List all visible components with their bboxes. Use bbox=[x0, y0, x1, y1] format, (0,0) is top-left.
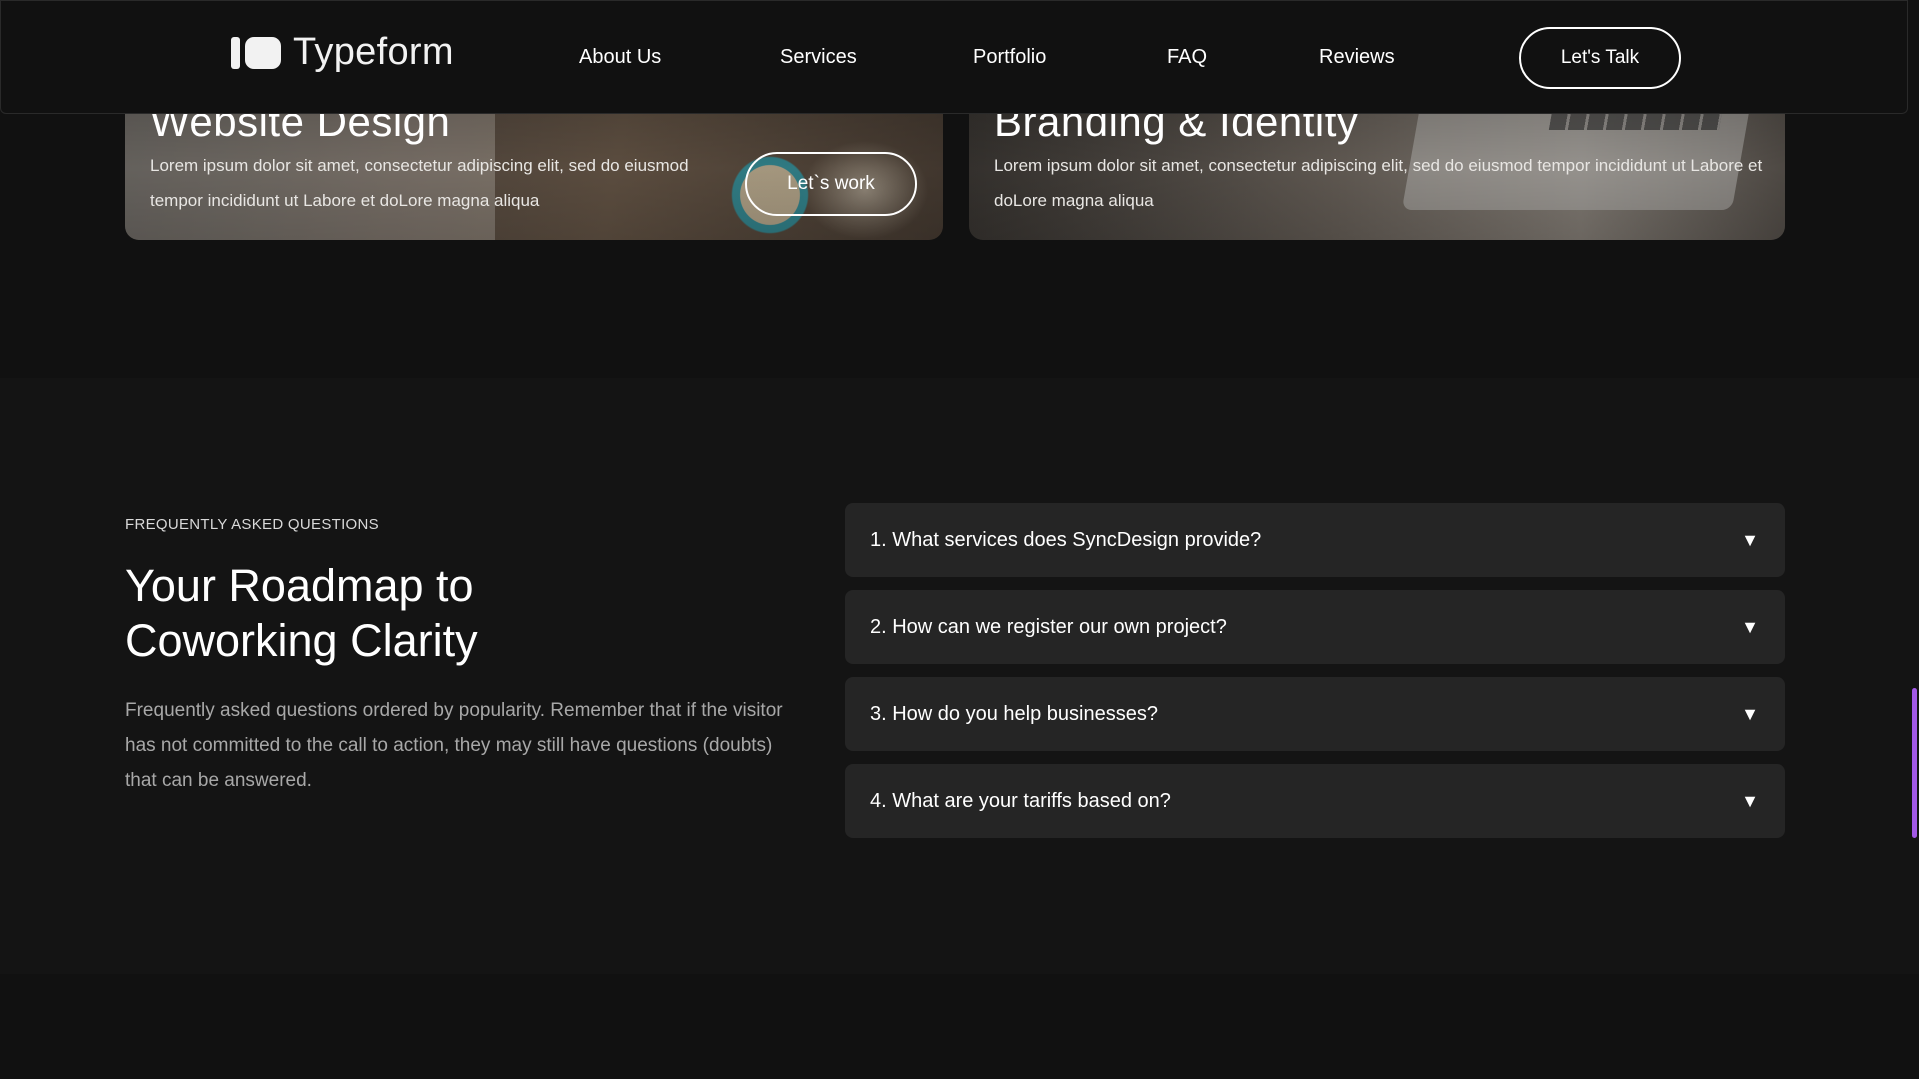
nav-item-portfolio[interactable]: Portfolio bbox=[973, 46, 1046, 69]
triangle-down-icon[interactable]: ▼ bbox=[1740, 791, 1760, 812]
service-card-text: Lorem ipsum dolor sit amet, consectetur … bbox=[994, 156, 1763, 210]
scrollbar-thumb[interactable] bbox=[1912, 688, 1917, 838]
lets-talk-button[interactable]: Let's Talk bbox=[1519, 27, 1681, 89]
service-card-text: Lorem ipsum dolor sit amet, consectetur … bbox=[150, 156, 689, 210]
nav-item-about-us[interactable]: About Us bbox=[579, 46, 661, 69]
logo-text: Typeform bbox=[293, 31, 454, 73]
triangle-down-icon[interactable]: ▼ bbox=[1740, 704, 1760, 725]
faq-question: 1. What services does SyncDesign provide… bbox=[870, 528, 1262, 551]
faq-item[interactable]: 4. What are your tariffs based on? ▼ bbox=[845, 764, 1785, 838]
faq-eyebrow: FREQUENTLY ASKED QUESTIONS bbox=[125, 516, 379, 533]
faq-item[interactable]: 3. How do you help businesses? ▼ bbox=[845, 677, 1785, 751]
next-section bbox=[0, 974, 1919, 1079]
triangle-down-icon[interactable]: ▼ bbox=[1740, 617, 1760, 638]
faq-item[interactable]: 1. What services does SyncDesign provide… bbox=[845, 503, 1785, 577]
faq-accordion: 1. What services does SyncDesign provide… bbox=[845, 503, 1785, 851]
faq-heading: Your Roadmap to Coworking Clarity bbox=[125, 560, 478, 666]
nav-item-services[interactable]: Services bbox=[780, 46, 857, 69]
site-header: Typeform About Us Services Portfolio FAQ… bbox=[0, 0, 1908, 114]
typeform-logo-icon bbox=[231, 36, 281, 69]
nav-item-faq[interactable]: FAQ bbox=[1167, 46, 1207, 69]
logo[interactable]: Typeform bbox=[231, 31, 454, 74]
faq-question: 4. What are your tariffs based on? bbox=[870, 789, 1171, 812]
nav-item-reviews[interactable]: Reviews bbox=[1319, 46, 1395, 69]
faq-question: 2. How can we register our own project? bbox=[870, 615, 1227, 638]
lets-work-button[interactable]: Let`s work bbox=[745, 152, 917, 216]
faq-section: FREQUENTLY ASKED QUESTIONS Your Roadmap … bbox=[0, 378, 1919, 974]
faq-description: Frequently asked questions ordered by po… bbox=[125, 700, 783, 791]
page: Website Design Lorem ipsum dolor sit ame… bbox=[0, 0, 1919, 1079]
faq-question: 3. How do you help businesses? bbox=[870, 702, 1158, 725]
faq-item[interactable]: 2. How can we register our own project? … bbox=[845, 590, 1785, 664]
triangle-down-icon[interactable]: ▼ bbox=[1740, 530, 1760, 551]
